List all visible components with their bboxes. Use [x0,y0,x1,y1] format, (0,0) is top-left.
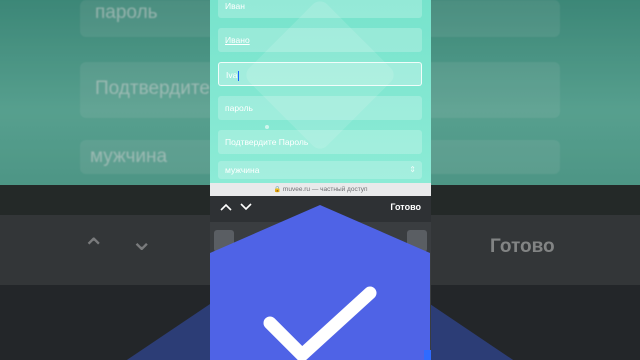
confirm-password-placeholder: Подтвердите Пароль [225,137,309,147]
first-name-field[interactable]: Иван [218,0,422,18]
lock-icon: 🔒 [273,187,281,193]
gender-select[interactable]: мужчина ⇕ [218,161,422,179]
browser-address-bar[interactable]: 🔒 muvee.ru — частный доступ [210,183,431,196]
password-field[interactable]: пароль [218,96,422,120]
login-value: Iva [226,70,238,80]
last-name-value: Ивано [225,35,250,45]
login-field[interactable]: Iva [218,62,422,86]
url-text: muvee.ru — частный доступ [282,186,368,193]
gender-value: мужчина [225,165,260,175]
password-placeholder: пароль [225,103,253,113]
first-name-value: Иван [225,1,245,11]
confirm-password-field[interactable]: Подтвердите Пароль [218,130,422,154]
select-arrows-icon: ⇕ [409,165,416,174]
text-caret [238,70,240,81]
decorative-dot [265,125,269,129]
shield-check-icon [210,205,430,360]
phone-screen: Иван Ивано Iva пароль Подтвердите Пароль… [210,0,431,360]
registration-form: Иван Ивано Iva пароль Подтвердите Пароль… [210,0,431,183]
last-name-field[interactable]: Ивано [218,28,422,52]
blue-indicator [424,350,431,360]
